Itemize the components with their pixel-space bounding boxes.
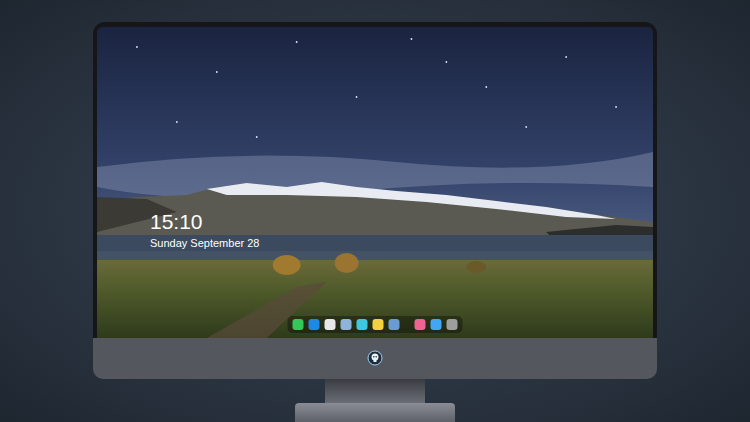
dock-app-icon[interactable] — [447, 319, 458, 330]
dock-app-icon[interactable] — [341, 319, 352, 330]
dock-app-icon[interactable] — [309, 319, 320, 330]
wallpaper-photo — [97, 27, 653, 338]
brand-logo-icon — [367, 350, 383, 366]
dock-app-icon[interactable] — [389, 319, 400, 330]
clock-panel: 15:10 Sunday September 28 — [150, 210, 259, 250]
monitor-bezel: 15:10 Sunday September 28 — [93, 22, 657, 338]
monitor-neck — [325, 379, 425, 403]
dock-app-icon[interactable] — [293, 319, 304, 330]
dock-app-icon[interactable] — [431, 319, 442, 330]
dock-app-icon[interactable] — [357, 319, 368, 330]
desktop-background: 15:10 Sunday September 28 — [0, 0, 750, 422]
dock-app-icon[interactable] — [325, 319, 336, 330]
dock-app-icon[interactable] — [415, 319, 426, 330]
lock-screen: 15:10 Sunday September 28 — [97, 27, 653, 338]
monitor-chin — [93, 338, 657, 379]
time-text: 15:10 — [150, 210, 259, 234]
monitor-base — [295, 403, 455, 422]
dock — [288, 316, 463, 333]
date-text: Sunday September 28 — [150, 236, 259, 250]
dock-app-icon[interactable] — [373, 319, 384, 330]
